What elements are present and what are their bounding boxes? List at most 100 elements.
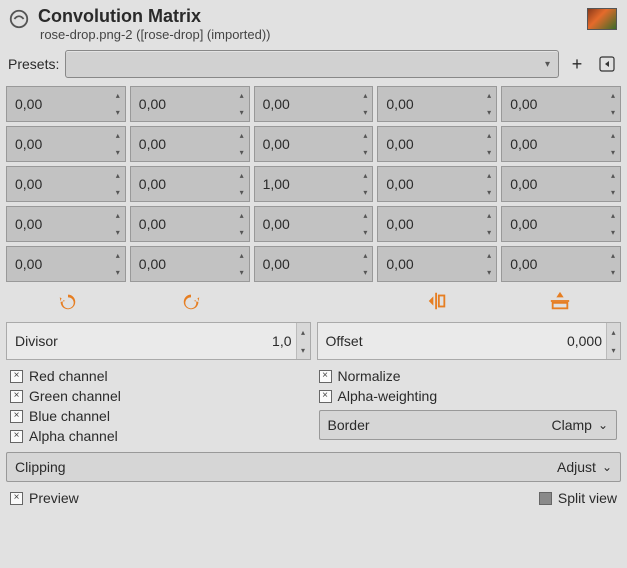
spin-up-icon[interactable]: ▴: [235, 127, 249, 144]
spin-down-icon[interactable]: ▾: [482, 264, 496, 281]
matrix-cell-3-4[interactable]: 0,00▴▾: [501, 206, 621, 242]
spin-up-icon[interactable]: ▴: [606, 167, 620, 184]
spin-down-icon[interactable]: ▾: [358, 224, 372, 241]
spin-up-icon[interactable]: ▴: [235, 247, 249, 264]
spin-down-icon[interactable]: ▾: [358, 104, 372, 121]
matrix-cell-3-1[interactable]: 0,00▴▾: [130, 206, 250, 242]
matrix-cell-4-0[interactable]: 0,00▴▾: [6, 246, 126, 282]
redo-button[interactable]: [129, 290, 252, 312]
matrix-cell-4-3[interactable]: 0,00▴▾: [377, 246, 497, 282]
preview-checkbox[interactable]: ×Preview: [10, 490, 79, 506]
matrix-cell-4-2[interactable]: 0,00▴▾: [254, 246, 374, 282]
spin-up-icon[interactable]: ▴: [606, 247, 620, 264]
spin-down-icon[interactable]: ▾: [358, 184, 372, 201]
spin-up-icon[interactable]: ▴: [482, 127, 496, 144]
spin-down-icon[interactable]: ▾: [235, 144, 249, 161]
spin-down-icon[interactable]: ▾: [111, 224, 125, 241]
image-thumbnail: [587, 8, 617, 30]
spin-down-icon[interactable]: ▾: [235, 224, 249, 241]
spin-up-icon[interactable]: ▴: [482, 247, 496, 264]
preset-menu-button[interactable]: [595, 52, 619, 76]
matrix-cell-2-3[interactable]: 0,00▴▾: [377, 166, 497, 202]
spin-down-icon[interactable]: ▾: [235, 264, 249, 281]
matrix-cell-2-0[interactable]: 0,00▴▾: [6, 166, 126, 202]
alpha-weighting-checkbox[interactable]: ×Alpha-weighting: [319, 388, 618, 404]
matrix-cell-0-3[interactable]: 0,00▴▾: [377, 86, 497, 122]
spin-up-icon[interactable]: ▴: [482, 207, 496, 224]
spin-up-icon[interactable]: ▴: [358, 127, 372, 144]
matrix-cell-4-1[interactable]: 0,00▴▾: [130, 246, 250, 282]
matrix-cell-2-1[interactable]: 0,00▴▾: [130, 166, 250, 202]
spin-down-icon[interactable]: ▾: [482, 104, 496, 121]
matrix-cell-3-2[interactable]: 0,00▴▾: [254, 206, 374, 242]
red-channel-checkbox[interactable]: ×Red channel: [10, 368, 309, 384]
border-dropdown[interactable]: Border Clamp ⌄: [319, 410, 618, 440]
spin-up-icon[interactable]: ▴: [235, 167, 249, 184]
spin-up-icon[interactable]: ▴: [297, 323, 310, 341]
spin-down-icon[interactable]: ▾: [606, 104, 620, 121]
flip-button[interactable]: [375, 290, 498, 312]
spin-down-icon[interactable]: ▾: [606, 224, 620, 241]
offset-field[interactable]: Offset 0,000 ▴▾: [317, 322, 622, 360]
spin-down-icon[interactable]: ▾: [111, 264, 125, 281]
center-button[interactable]: [498, 290, 621, 312]
spin-up-icon[interactable]: ▴: [482, 167, 496, 184]
spin-down-icon[interactable]: ▾: [606, 184, 620, 201]
matrix-cell-3-0[interactable]: 0,00▴▾: [6, 206, 126, 242]
undo-button[interactable]: [6, 290, 129, 312]
divisor-field[interactable]: Divisor 1,0 ▴▾: [6, 322, 311, 360]
normalize-checkbox[interactable]: ×Normalize: [319, 368, 618, 384]
app-logo-icon: [8, 8, 30, 30]
spin-down-icon[interactable]: ▾: [482, 184, 496, 201]
matrix-cell-2-2[interactable]: 1,00▴▾: [254, 166, 374, 202]
spin-down-icon[interactable]: ▾: [482, 144, 496, 161]
spin-down-icon[interactable]: ▾: [235, 184, 249, 201]
spin-down-icon[interactable]: ▾: [607, 341, 620, 359]
spin-up-icon[interactable]: ▴: [111, 207, 125, 224]
add-preset-button[interactable]: +: [565, 52, 589, 76]
spin-up-icon[interactable]: ▴: [607, 323, 620, 341]
spin-up-icon[interactable]: ▴: [606, 127, 620, 144]
matrix-cell-0-0[interactable]: 0,00▴▾: [6, 86, 126, 122]
spin-up-icon[interactable]: ▴: [111, 87, 125, 104]
spin-up-icon[interactable]: ▴: [111, 127, 125, 144]
spin-down-icon[interactable]: ▾: [482, 224, 496, 241]
alpha-channel-checkbox[interactable]: ×Alpha channel: [10, 428, 309, 444]
green-channel-checkbox[interactable]: ×Green channel: [10, 388, 309, 404]
spin-up-icon[interactable]: ▴: [358, 247, 372, 264]
spin-down-icon[interactable]: ▾: [111, 144, 125, 161]
spin-up-icon[interactable]: ▴: [358, 87, 372, 104]
spin-up-icon[interactable]: ▴: [235, 207, 249, 224]
matrix-cell-3-3[interactable]: 0,00▴▾: [377, 206, 497, 242]
spin-up-icon[interactable]: ▴: [111, 167, 125, 184]
spin-up-icon[interactable]: ▴: [235, 87, 249, 104]
matrix-cell-2-4[interactable]: 0,00▴▾: [501, 166, 621, 202]
matrix-cell-0-4[interactable]: 0,00▴▾: [501, 86, 621, 122]
split-view-checkbox[interactable]: Split view: [539, 490, 617, 506]
spin-down-icon[interactable]: ▾: [606, 264, 620, 281]
clipping-dropdown[interactable]: Clipping Adjust ⌄: [6, 452, 621, 482]
spin-down-icon[interactable]: ▾: [297, 341, 310, 359]
matrix-cell-4-4[interactable]: 0,00▴▾: [501, 246, 621, 282]
spin-up-icon[interactable]: ▴: [111, 247, 125, 264]
spin-up-icon[interactable]: ▴: [358, 207, 372, 224]
matrix-cell-0-2[interactable]: 0,00▴▾: [254, 86, 374, 122]
matrix-cell-1-3[interactable]: 0,00▴▾: [377, 126, 497, 162]
spin-up-icon[interactable]: ▴: [358, 167, 372, 184]
matrix-cell-1-4[interactable]: 0,00▴▾: [501, 126, 621, 162]
spin-down-icon[interactable]: ▾: [606, 144, 620, 161]
matrix-cell-1-1[interactable]: 0,00▴▾: [130, 126, 250, 162]
spin-down-icon[interactable]: ▾: [358, 144, 372, 161]
blue-channel-checkbox[interactable]: ×Blue channel: [10, 408, 309, 424]
matrix-cell-1-2[interactable]: 0,00▴▾: [254, 126, 374, 162]
spin-up-icon[interactable]: ▴: [606, 87, 620, 104]
matrix-cell-1-0[interactable]: 0,00▴▾: [6, 126, 126, 162]
matrix-cell-0-1[interactable]: 0,00▴▾: [130, 86, 250, 122]
presets-combo[interactable]: ▾: [65, 50, 559, 78]
spin-down-icon[interactable]: ▾: [358, 264, 372, 281]
spin-up-icon[interactable]: ▴: [606, 207, 620, 224]
spin-down-icon[interactable]: ▾: [235, 104, 249, 121]
spin-down-icon[interactable]: ▾: [111, 104, 125, 121]
spin-down-icon[interactable]: ▾: [111, 184, 125, 201]
spin-up-icon[interactable]: ▴: [482, 87, 496, 104]
